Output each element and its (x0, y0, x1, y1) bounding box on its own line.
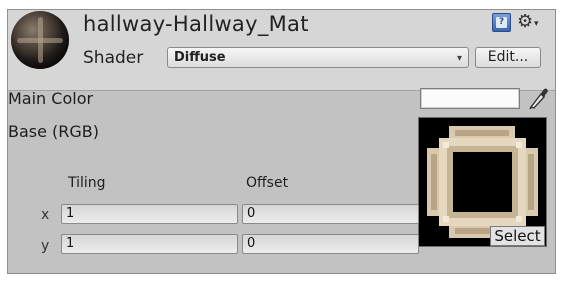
shader-dropdown-value: Diffuse (174, 50, 226, 65)
tiling-y-field[interactable]: 1 (61, 234, 238, 254)
chevron-down-icon: ▾ (456, 53, 462, 64)
y-axis-label: y (41, 238, 50, 254)
main-color-label: Main Color (8, 89, 94, 108)
gear-icon[interactable]: ⚙ ▾ (517, 11, 545, 33)
eyedropper-icon[interactable] (527, 86, 549, 110)
x-axis-label: x (41, 207, 50, 223)
tiling-header: Tiling (68, 175, 106, 191)
base-texture-label: Base (RGB) (8, 122, 100, 141)
offset-header: Offset (246, 175, 289, 191)
main-color-swatch[interactable] (420, 88, 520, 109)
offset-y-field[interactable]: 0 (242, 234, 419, 254)
tiling-x-field[interactable]: 1 (61, 204, 238, 224)
preview-stripe-horizontal (17, 38, 63, 43)
help-book-mark: ? (496, 17, 507, 28)
shader-dropdown[interactable]: Diffuse ▾ (167, 47, 469, 68)
offset-x-field[interactable]: 0 (242, 204, 419, 224)
shader-label: Shader (83, 48, 144, 68)
material-preview-sphere[interactable] (11, 11, 69, 69)
edit-shader-button[interactable]: Edit... (475, 47, 541, 68)
material-name: hallway-Hallway_Mat (83, 12, 309, 36)
select-texture-button[interactable]: Select (490, 226, 545, 246)
gear-caret-icon: ▾ (534, 19, 539, 29)
help-book-icon[interactable]: ? (492, 13, 511, 32)
